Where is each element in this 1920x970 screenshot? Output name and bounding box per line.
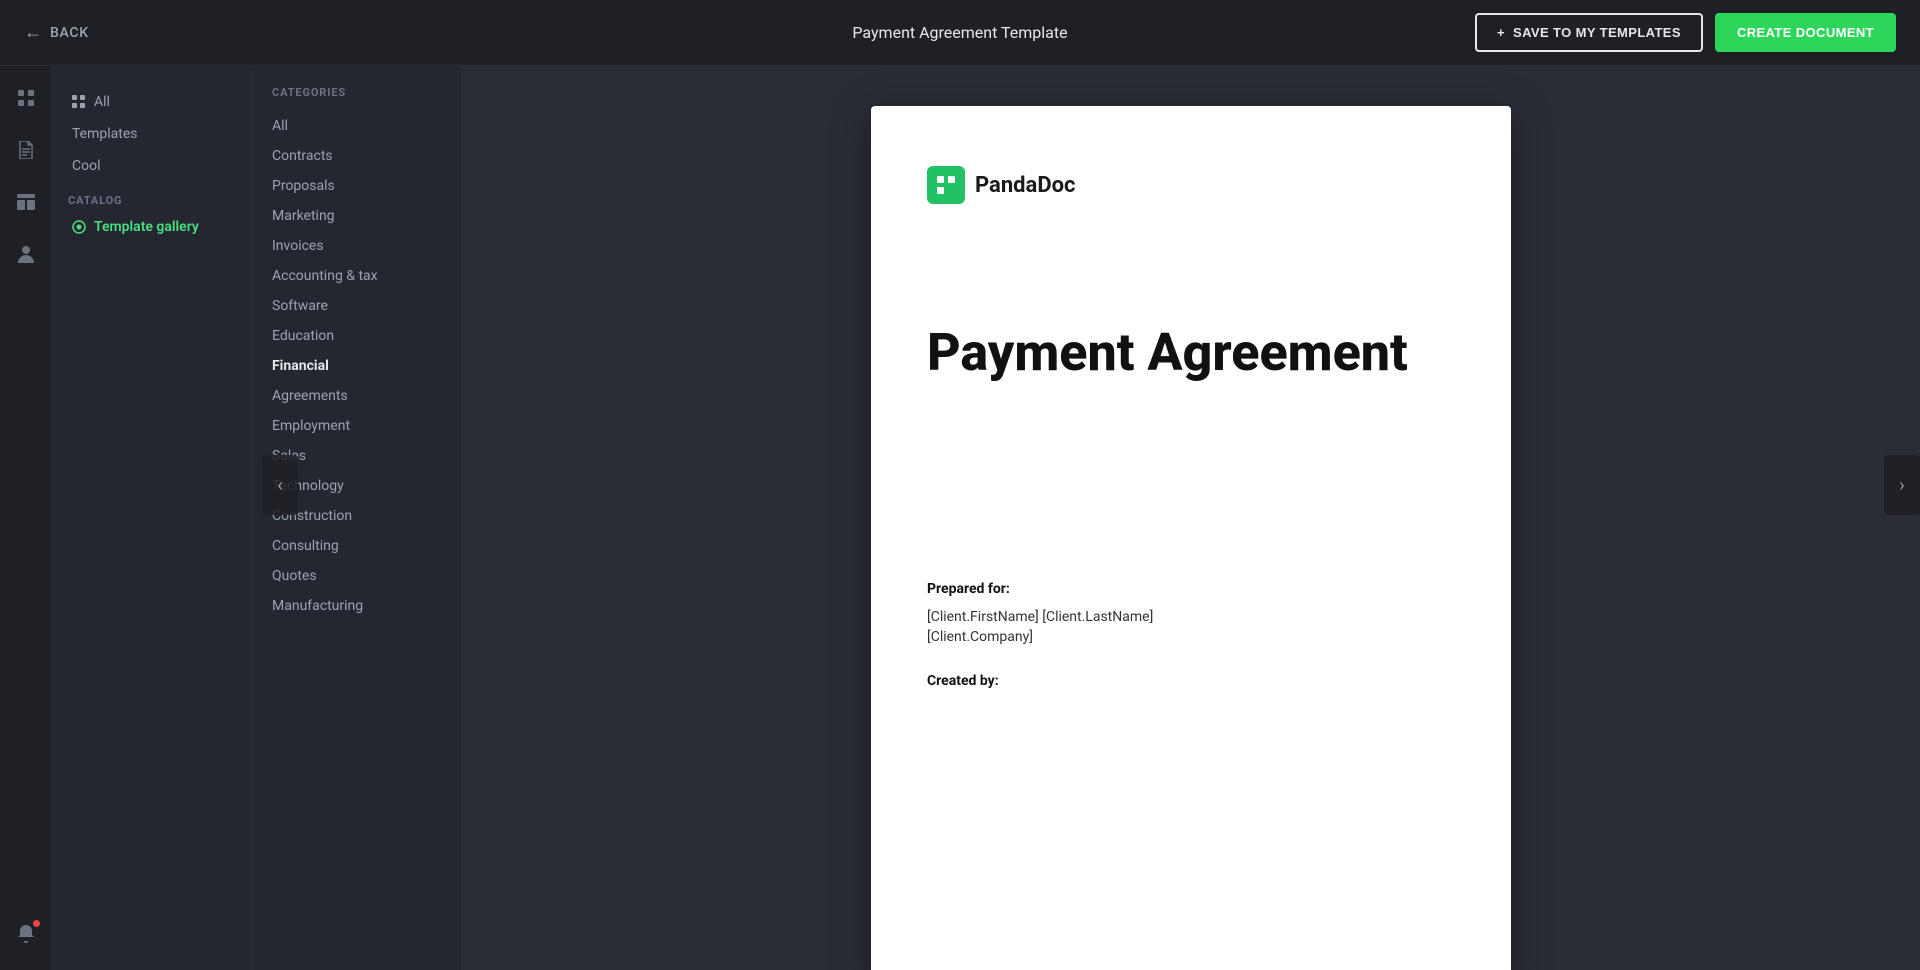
doc-logo: PandaDoc xyxy=(927,166,1455,204)
sidebar-icon-notification[interactable] xyxy=(10,918,42,950)
nav-sidebar: All Templates Cool CATALOG Template gall… xyxy=(52,66,252,970)
sidebar-icon-doc[interactable] xyxy=(10,134,42,166)
prev-arrow-button[interactable]: ‹ xyxy=(262,455,298,515)
created-by-label: Created by: xyxy=(927,673,1455,689)
create-document-button[interactable]: CREATE DOCUMENT xyxy=(1715,13,1896,52)
category-invoices[interactable]: Invoices xyxy=(252,231,461,261)
document-title: Payment Agreement xyxy=(927,324,1455,381)
category-accounting[interactable]: Accounting & tax xyxy=(252,261,461,291)
prepared-for-label: Prepared for: xyxy=(927,581,1455,597)
back-arrow-icon: ← xyxy=(24,22,42,43)
nav-templates-label: Templates xyxy=(72,126,138,142)
chevron-right-icon: › xyxy=(1899,475,1904,496)
grid-icon xyxy=(72,95,86,109)
create-label: CREATE DOCUMENT xyxy=(1737,25,1874,40)
category-contracts[interactable]: Contracts xyxy=(252,141,461,171)
sidebar-icon-user[interactable] xyxy=(10,238,42,270)
sidebar-icon-grid[interactable] xyxy=(10,82,42,114)
category-employment[interactable]: Employment xyxy=(252,411,461,441)
gallery-icon xyxy=(72,220,86,234)
sidebar-icon-layout[interactable] xyxy=(10,186,42,218)
document-preview-area[interactable]: PandaDoc Payment Agreement Prepared for:… xyxy=(462,66,1920,970)
save-to-templates-button[interactable]: + SAVE TO MY TEMPLATES xyxy=(1475,13,1703,52)
pandadoc-logo-text: PandaDoc xyxy=(975,173,1076,198)
back-label: BACK xyxy=(50,25,89,41)
icon-sidebar xyxy=(0,66,52,970)
category-all[interactable]: All xyxy=(252,111,461,141)
category-education[interactable]: Education xyxy=(252,321,461,351)
main-layout: All Templates Cool CATALOG Template gall… xyxy=(0,0,1920,970)
category-software[interactable]: Software xyxy=(252,291,461,321)
client-company: [Client.Company] xyxy=(927,629,1455,645)
nav-all-label: All xyxy=(94,94,110,110)
nav-item-templates[interactable]: Templates xyxy=(52,118,251,150)
save-label: SAVE TO MY TEMPLATES xyxy=(1513,25,1681,40)
category-agreements[interactable]: Agreements xyxy=(252,381,461,411)
pandadoc-logo-icon xyxy=(927,166,965,204)
nav-item-all[interactable]: All xyxy=(52,86,251,118)
category-quotes[interactable]: Quotes xyxy=(252,561,461,591)
category-proposals[interactable]: Proposals xyxy=(252,171,461,201)
client-name: [Client.FirstName] [Client.LastName] xyxy=(927,609,1455,625)
nav-item-gallery[interactable]: Template gallery xyxy=(52,211,251,243)
category-manufacturing[interactable]: Manufacturing xyxy=(252,591,461,621)
category-consulting[interactable]: Consulting xyxy=(252,531,461,561)
header: ← BACK Payment Agreement Template + SAVE… xyxy=(0,0,1920,66)
nav-item-cool[interactable]: Cool xyxy=(52,150,251,182)
nav-gallery-label: Template gallery xyxy=(94,219,199,235)
page-title: Payment Agreement Template xyxy=(852,23,1067,42)
header-actions: + SAVE TO MY TEMPLATES CREATE DOCUMENT xyxy=(1475,13,1896,52)
back-button[interactable]: ← BACK xyxy=(24,22,89,43)
nav-cool-label: Cool xyxy=(72,158,101,174)
categories-title: CATEGORIES xyxy=(252,86,461,111)
chevron-left-icon: ‹ xyxy=(277,475,282,496)
next-arrow-button[interactable]: › xyxy=(1884,455,1920,515)
category-marketing[interactable]: Marketing xyxy=(252,201,461,231)
catalog-section-header: CATALOG xyxy=(52,182,251,211)
category-financial[interactable]: Financial xyxy=(252,351,461,381)
categories-sidebar: CATEGORIES All Contracts Proposals Marke… xyxy=(252,66,462,970)
document-preview: PandaDoc Payment Agreement Prepared for:… xyxy=(871,106,1511,970)
plus-icon: + xyxy=(1497,25,1505,40)
